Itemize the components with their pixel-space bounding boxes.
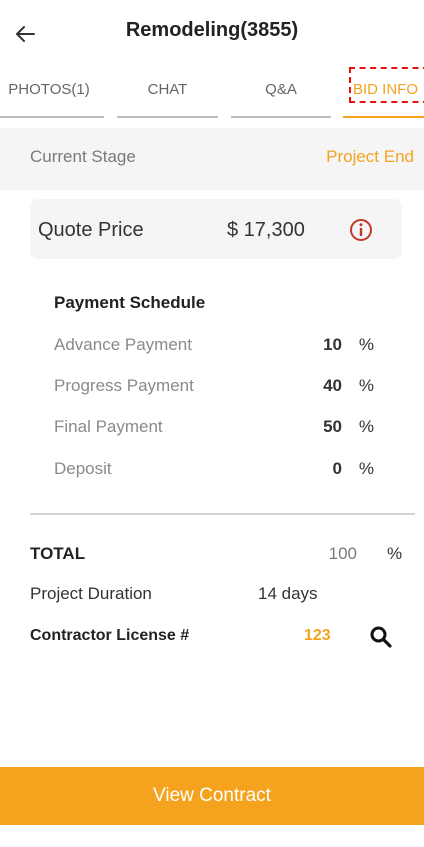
view-contract-button[interactable]: View Contract xyxy=(0,767,424,825)
payment-row-progress: Progress Payment 40 % xyxy=(54,376,384,400)
license-search-button[interactable] xyxy=(368,624,394,650)
payment-unit: % xyxy=(358,376,374,395)
tab-qa-label: Q&A xyxy=(265,81,297,98)
payment-label: Deposit xyxy=(54,459,112,478)
screen: Remodeling(3855) PHOTOS(1) CHAT Q&A BID … xyxy=(0,0,424,847)
tab-bid-info-underline xyxy=(343,116,424,118)
top-bar: Remodeling(3855) xyxy=(0,0,424,66)
payment-unit: % xyxy=(358,335,374,354)
project-duration-label: Project Duration xyxy=(30,584,152,603)
tab-chat[interactable]: CHAT xyxy=(117,66,218,120)
highlight-box xyxy=(349,67,424,103)
tab-photos-underline xyxy=(0,116,104,118)
tab-chat-label: CHAT xyxy=(147,81,188,98)
tab-qa-underline xyxy=(231,116,331,118)
quote-price-value: $ 17,300 xyxy=(227,219,305,241)
total-value: 100 xyxy=(328,544,357,563)
tab-photos[interactable]: PHOTOS(1) xyxy=(0,66,104,120)
current-stage-value: Project End xyxy=(326,147,414,166)
tab-photos-label: PHOTOS(1) xyxy=(8,81,90,98)
search-icon xyxy=(370,626,392,648)
current-stage-label: Current Stage xyxy=(30,147,136,166)
info-button[interactable] xyxy=(349,218,373,242)
quote-price-card: Quote Price $ 17,300 xyxy=(30,199,402,259)
project-duration-value: 14 days xyxy=(258,584,318,603)
quote-price-label: Quote Price xyxy=(38,219,144,241)
payment-unit: % xyxy=(358,417,374,436)
contractor-license-label: Contractor License # xyxy=(30,627,190,644)
payment-label: Progress Payment xyxy=(54,376,194,395)
total-unit: % xyxy=(387,544,403,563)
tab-chat-underline xyxy=(117,116,218,118)
payment-unit: % xyxy=(358,459,374,478)
payment-row-final: Final Payment 50 % xyxy=(54,417,384,441)
current-stage-row: Current Stage Project End xyxy=(0,128,424,190)
payment-row-advance: Advance Payment 10 % xyxy=(54,335,384,359)
payment-value: 0 xyxy=(332,459,342,478)
payment-schedule-title: Payment Schedule xyxy=(54,293,206,312)
payment-row-deposit: Deposit 0 % xyxy=(54,459,384,483)
page-title: Remodeling(3855) xyxy=(125,19,299,41)
tab-qa[interactable]: Q&A xyxy=(231,66,331,120)
payment-label: Advance Payment xyxy=(54,335,192,354)
total-label: TOTAL xyxy=(30,544,86,563)
bottom-strip xyxy=(0,825,424,847)
section-divider xyxy=(30,513,415,515)
contractor-license-value: 123 xyxy=(304,627,331,644)
payment-label: Final Payment xyxy=(54,417,163,436)
payment-value: 40 xyxy=(323,376,342,395)
payment-value: 50 xyxy=(323,417,342,436)
payment-value: 10 xyxy=(323,335,342,354)
info-icon xyxy=(350,219,372,241)
